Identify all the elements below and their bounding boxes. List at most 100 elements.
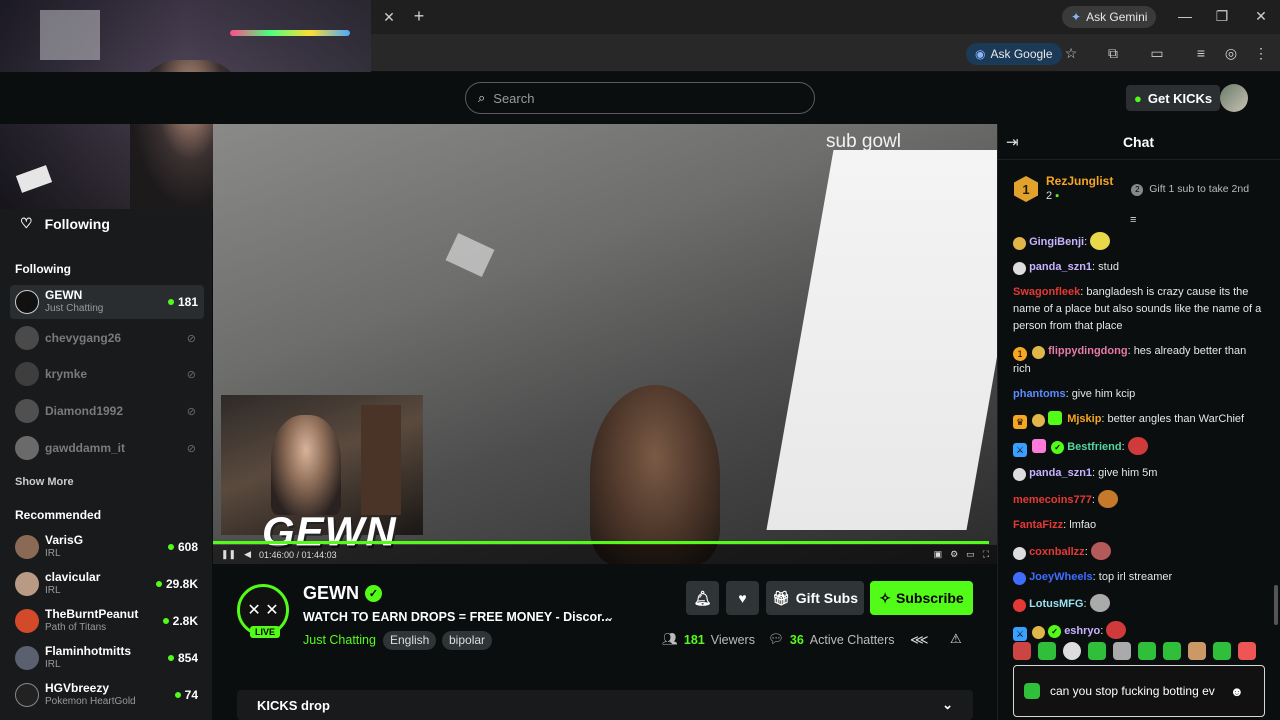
- sidebar-item-chevygang26[interactable]: chevygang26 ⊘: [10, 321, 204, 355]
- chat-username[interactable]: LotusMFG: [1029, 598, 1083, 610]
- avatar: [15, 683, 39, 707]
- close-tab-button[interactable]: ✕: [380, 8, 398, 26]
- chat-username[interactable]: Mjskip: [1067, 413, 1101, 425]
- emote-icon[interactable]: [1163, 642, 1181, 660]
- chat-username[interactable]: GingiBenji: [1029, 236, 1084, 248]
- emote-icon[interactable]: [1063, 642, 1081, 660]
- chat-username[interactable]: FantaFizz: [1013, 519, 1063, 531]
- chat-message: panda_szn1: stud: [1013, 259, 1265, 276]
- chat-scrollbar[interactable]: [1274, 585, 1278, 625]
- collapse-chat-icon[interactable]: ⇥: [1006, 133, 1019, 151]
- verified-icon: ✓: [1048, 625, 1062, 638]
- sidebar-item-krymke[interactable]: krymke ⊘: [10, 357, 204, 391]
- crown-icon: ♛: [1013, 415, 1027, 429]
- tag-english[interactable]: English: [383, 631, 437, 650]
- chat-username[interactable]: Swagonfleek: [1013, 286, 1080, 298]
- channel-name: krymke: [45, 367, 88, 381]
- restore-icon[interactable]: ❐: [1213, 7, 1231, 25]
- sidebar-item-hgvbreezy[interactable]: HGVbreezy Pokemon HeartGold 74: [10, 678, 204, 712]
- chat-username[interactable]: memecoins777: [1013, 494, 1092, 506]
- sidebar-item-gawddamm-it[interactable]: gawddamm_it ⊘: [10, 431, 204, 465]
- ask-google-button[interactable]: ◉ Ask Google: [966, 43, 1062, 65]
- media-controls-icon[interactable]: ≡: [1192, 44, 1210, 62]
- subscribe-button[interactable]: ✧ Subscribe: [870, 581, 973, 615]
- side-panel-icon[interactable]: ▭: [1148, 44, 1166, 62]
- pause-icon[interactable]: ❚❚: [221, 549, 236, 560]
- tag-bipolar[interactable]: bipolar: [442, 631, 493, 650]
- get-kicks-button[interactable]: ● Get KICKs: [1126, 85, 1221, 111]
- chat-messages: GingiBenji: panda_szn1: stud Swagonfleek…: [1013, 232, 1265, 649]
- report-icon[interactable]: ⚠: [950, 631, 962, 647]
- expand-leaderboard-icon[interactable]: ≡: [1130, 214, 1136, 226]
- gift-subs-label: Gift Subs: [795, 590, 858, 606]
- emote-icon[interactable]: [1113, 642, 1131, 660]
- chat-message: GingiBenji:: [1013, 232, 1265, 251]
- clip-icon[interactable]: ▣: [934, 549, 943, 560]
- chat-username[interactable]: flippydingdong: [1048, 345, 1127, 357]
- avatar: [15, 646, 39, 670]
- viewer-count: 854: [177, 651, 198, 665]
- sidebar-item-diamond1992[interactable]: Diamond1992 ⊘: [10, 394, 204, 428]
- drops-panel[interactable]: KICKS drop ⌄: [237, 690, 973, 720]
- chat-username[interactable]: eshryo: [1064, 625, 1100, 637]
- sidebar-item-varisg[interactable]: VarisG IRL 608: [10, 530, 204, 564]
- fullscreen-icon[interactable]: ⛶: [983, 549, 989, 560]
- gift-leaderboard[interactable]: 1 RezJunglist 2 ▪ 2 Gift 1 sub to take 2…: [1014, 166, 1264, 212]
- emote-icon[interactable]: [1138, 642, 1156, 660]
- viewer-count: 181: [177, 295, 198, 309]
- chevron-down-icon[interactable]: ⌄: [604, 609, 615, 625]
- viewers-label: Viewers: [710, 632, 755, 647]
- theater-icon[interactable]: ▭: [966, 549, 975, 560]
- sidebar-item-gewn[interactable]: GEWN Just Chatting 181: [10, 285, 204, 319]
- search-input[interactable]: ⌕ Search: [465, 82, 815, 114]
- emote-icon: [1106, 621, 1127, 639]
- chat-username[interactable]: panda_szn1: [1029, 467, 1092, 479]
- emote-icon[interactable]: [1088, 642, 1106, 660]
- notifications-button[interactable]: 🔔︎: [686, 581, 719, 615]
- emote-icon[interactable]: [1013, 642, 1031, 660]
- channel-category: Pokemon HeartGold: [45, 696, 136, 707]
- chatters-label: Active Chatters: [809, 632, 895, 647]
- channel-name: TheBurntPeanut: [45, 607, 139, 621]
- chat-username[interactable]: JoeyWheels: [1029, 571, 1093, 583]
- chat-message: memecoins777:: [1013, 490, 1265, 509]
- following-nav[interactable]: ♡ Following: [20, 215, 110, 232]
- stream-category-link[interactable]: Just Chatting: [303, 633, 376, 647]
- show-more-link[interactable]: Show More: [15, 476, 74, 488]
- emote-icon[interactable]: [1188, 642, 1206, 660]
- chat-username[interactable]: coxnballzz: [1029, 546, 1085, 558]
- avatar: [15, 362, 39, 386]
- video-progress-bar[interactable]: [213, 541, 990, 544]
- chat-username[interactable]: phantoms: [1013, 388, 1066, 400]
- chat-input[interactable]: can you stop fucking botting ev ☻: [1013, 665, 1265, 717]
- bookmark-star-icon[interactable]: ☆: [1062, 44, 1080, 62]
- extensions-icon[interactable]: ⧉: [1104, 44, 1122, 62]
- sidebar-item-flaminhotmitts[interactable]: Flaminhotmitts IRL 854: [10, 641, 204, 675]
- emote-icon[interactable]: [1213, 642, 1231, 660]
- live-dot-icon: [167, 544, 174, 550]
- burger-emote-icon: [1098, 490, 1119, 508]
- chatters-count: 36: [789, 632, 804, 647]
- viewer-count: 2.8K: [172, 614, 198, 628]
- sidebar-item-clavicular[interactable]: clavicular IRL 29.8K: [10, 567, 204, 601]
- new-tab-button[interactable]: +: [410, 6, 428, 26]
- ask-gemini-button[interactable]: ✦ Ask Gemini: [1062, 6, 1157, 28]
- profile-icon[interactable]: ◎: [1222, 44, 1240, 62]
- channel-name-heading[interactable]: GEWN ✓: [303, 583, 382, 604]
- emote-icon[interactable]: [1238, 642, 1256, 660]
- emote-icon[interactable]: [1038, 642, 1056, 660]
- gift-subs-button[interactable]: 🎁︎ Gift Subs: [766, 581, 864, 615]
- browser-menu-icon[interactable]: ⋮: [1252, 44, 1270, 62]
- follow-button[interactable]: ♥: [726, 581, 759, 615]
- emoji-picker-icon[interactable]: ☻: [1230, 684, 1244, 699]
- share-icon[interactable]: ⋘: [910, 632, 929, 648]
- volume-icon[interactable]: ◀: [244, 549, 251, 560]
- chat-username[interactable]: Bestfriend: [1067, 441, 1121, 453]
- settings-icon[interactable]: ⚙: [950, 549, 958, 560]
- chat-username[interactable]: panda_szn1: [1029, 261, 1092, 273]
- window-close-icon[interactable]: ✕: [1252, 7, 1270, 25]
- sidebar-item-theburntpeanut[interactable]: TheBurntPeanut Path of Titans 2.8K: [10, 604, 204, 638]
- kick-emote-icon[interactable]: [1024, 683, 1040, 699]
- minimize-icon[interactable]: —: [1176, 7, 1194, 25]
- user-avatar[interactable]: [1220, 84, 1248, 112]
